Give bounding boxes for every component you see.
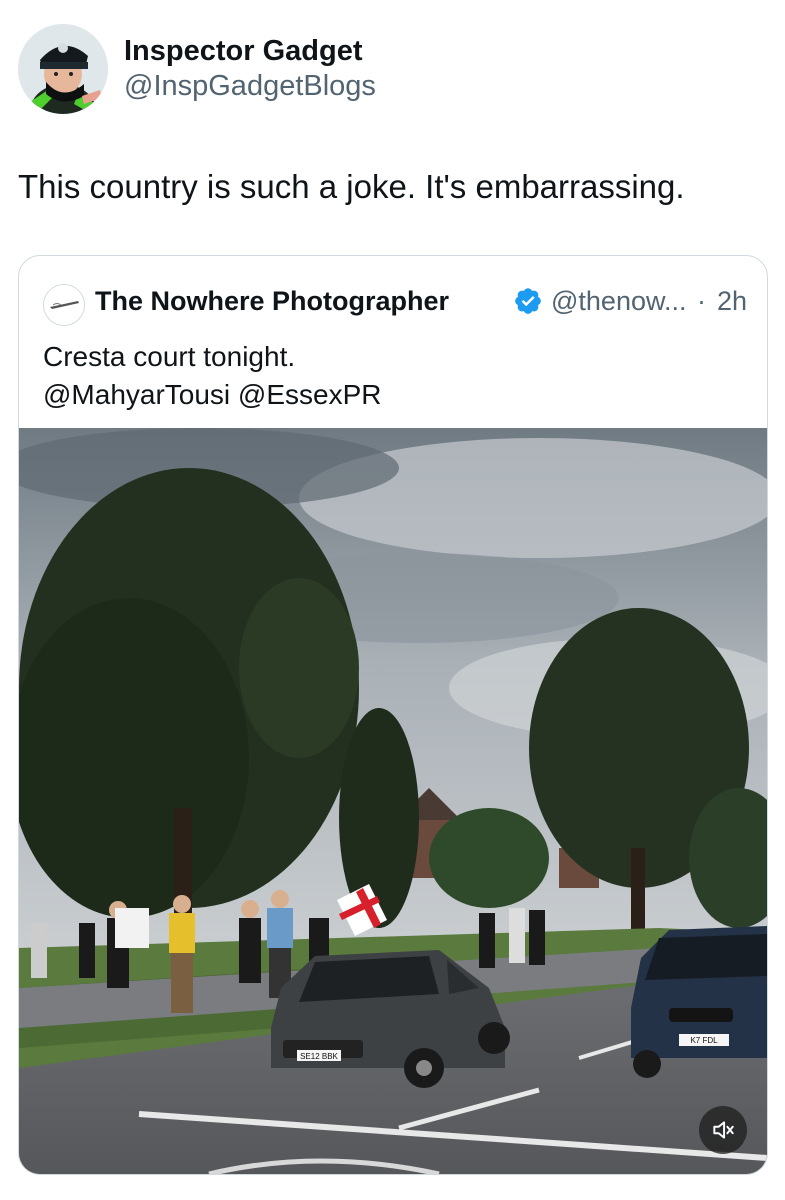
speaker-muted-icon xyxy=(713,1121,734,1139)
mute-button[interactable] xyxy=(699,1106,747,1154)
quoted-tweet-line-1: Cresta court tonight. xyxy=(43,341,296,372)
quoted-tweet-header: The Nowhere Photographer @thenow... · 2h xyxy=(43,282,747,326)
quoted-author-avatar[interactable] xyxy=(43,284,85,326)
author-handle[interactable]: @InspGadgetBlogs xyxy=(124,68,376,104)
author-display-name[interactable]: Inspector Gadget xyxy=(124,34,376,68)
video-player[interactable]: SE12 BBK K7 FDL xyxy=(19,428,767,1174)
quoted-tweet-line-2[interactable]: @MahyarTousi @EssexPR xyxy=(43,376,743,414)
quoted-tweet-timestamp[interactable]: 2h xyxy=(717,286,747,317)
plate-left: SE12 BBK xyxy=(300,1052,338,1061)
quoted-tweet-card[interactable]: The Nowhere Photographer @thenow... · 2h… xyxy=(18,255,768,1175)
video-frame: SE12 BBK K7 FDL xyxy=(19,428,767,1174)
quoted-author-display-name[interactable]: The Nowhere Photographer xyxy=(95,286,449,317)
tweet-text: This country is such a joke. It's embarr… xyxy=(18,168,685,205)
tweet-header: Inspector Gadget @InspGadgetBlogs xyxy=(18,24,768,116)
verified-badge-icon xyxy=(513,286,543,316)
author-avatar[interactable] xyxy=(18,24,108,114)
blue-car: K7 FDL xyxy=(631,926,767,1078)
plate-right: K7 FDL xyxy=(690,1036,718,1045)
quoted-tweet-text: Cresta court tonight. @MahyarTousi @Esse… xyxy=(43,338,743,414)
quoted-author-handle[interactable]: @thenow... xyxy=(551,286,687,317)
separator-dot: · xyxy=(697,286,706,316)
